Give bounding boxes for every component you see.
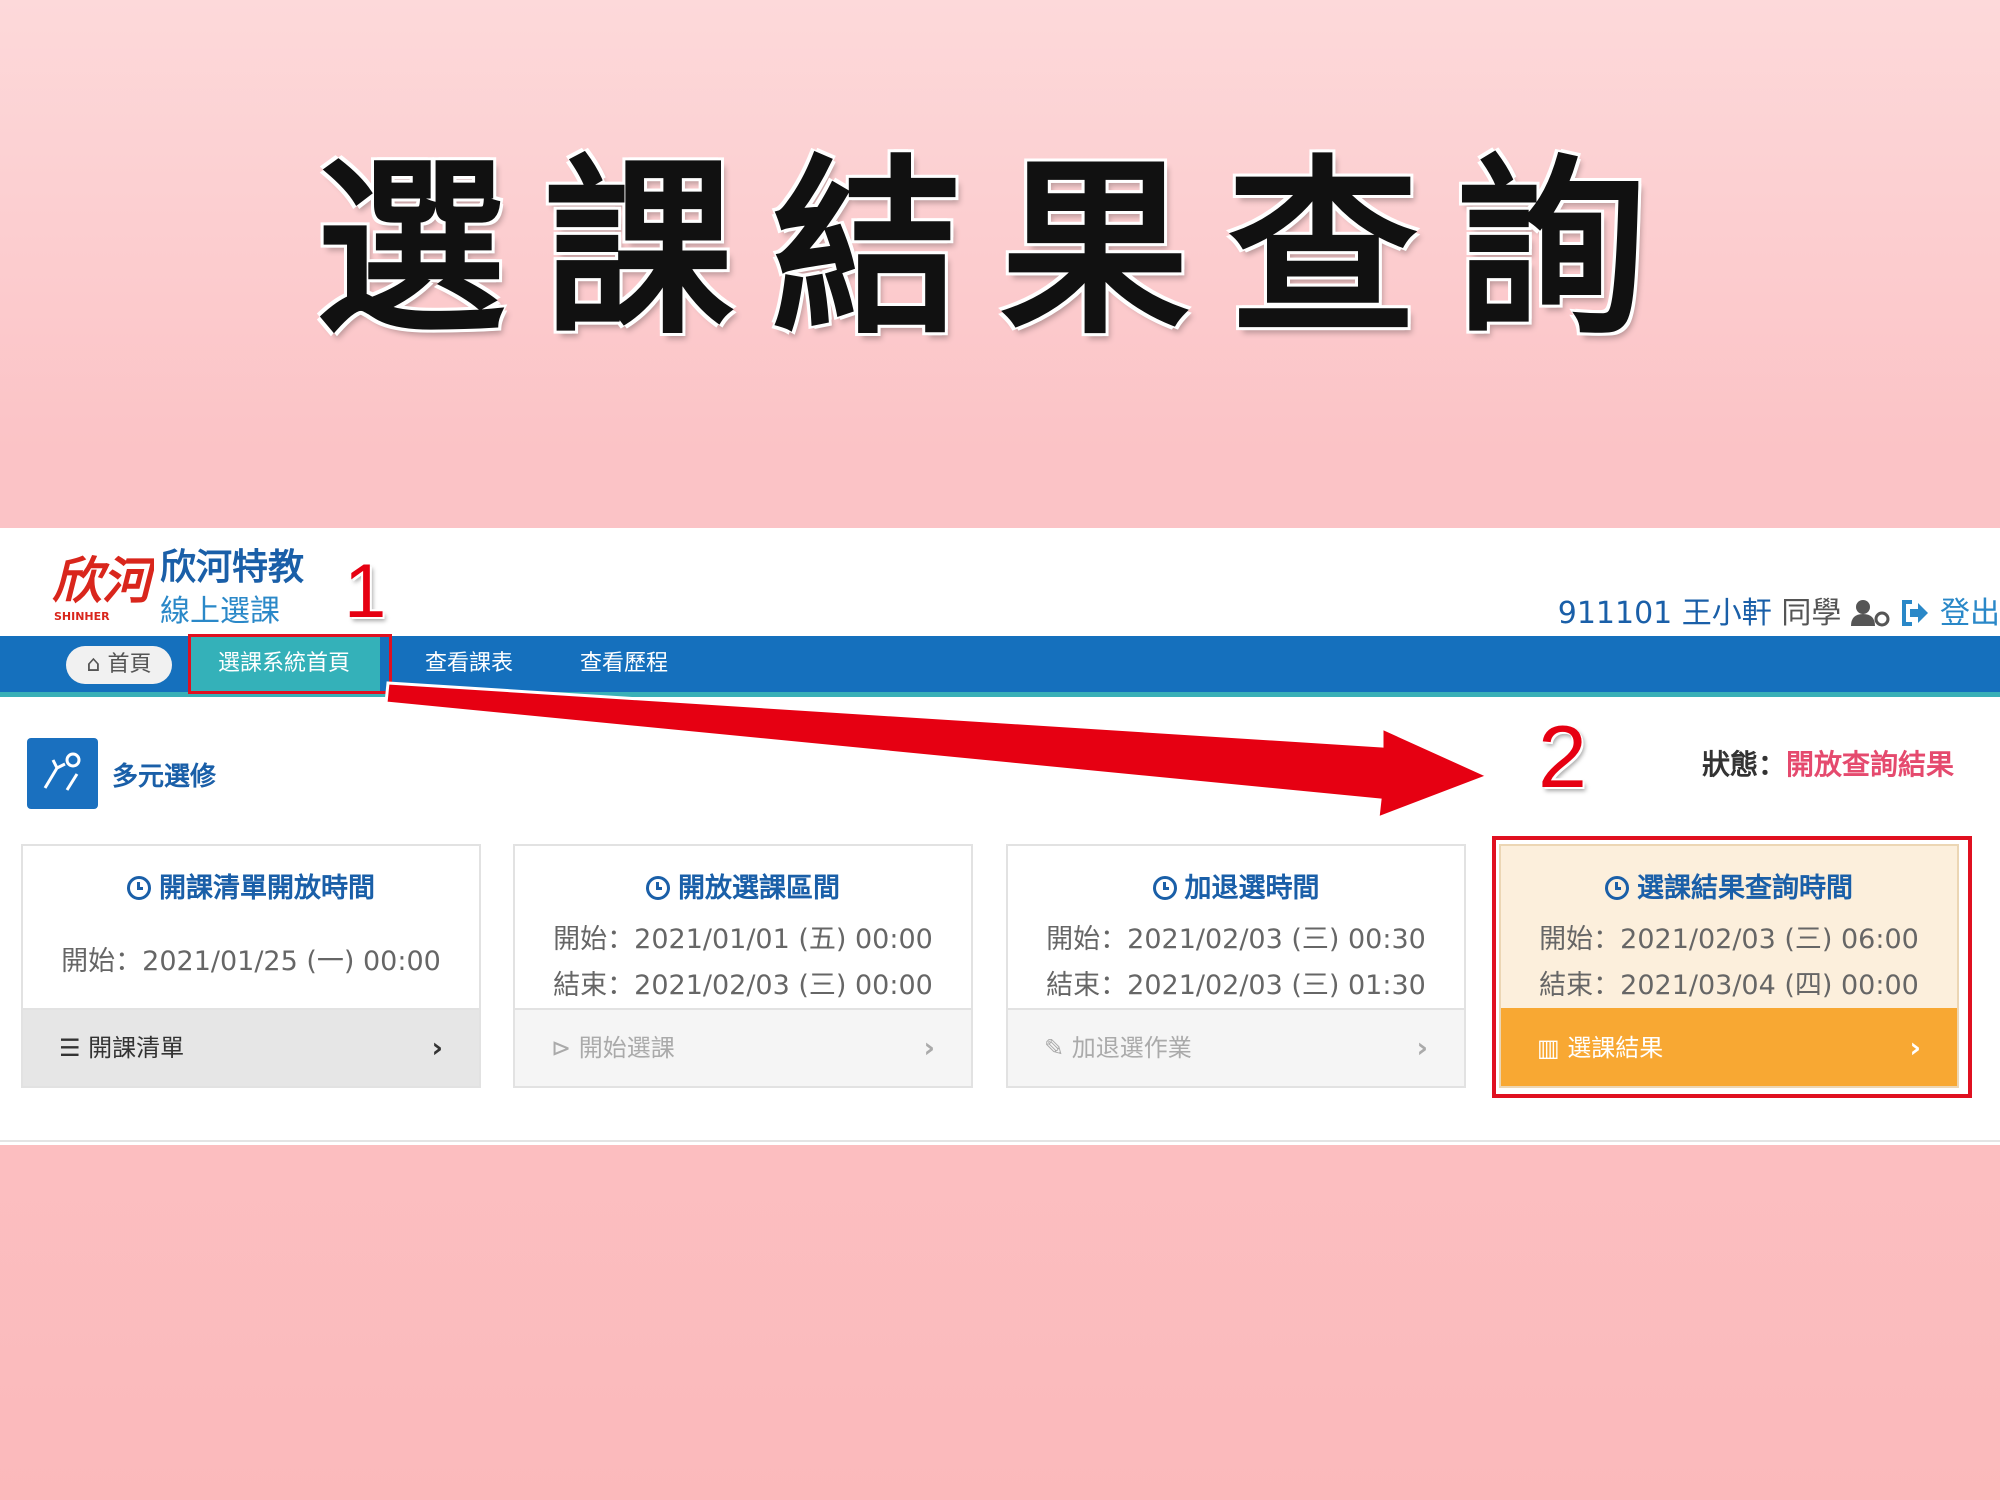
card-dates: 開始：2021/01/01 (五) 00:00 結束：2021/02/03 (三…: [515, 917, 971, 1009]
chevron-right-icon: ›: [431, 1031, 443, 1064]
annotation-box-2: [1492, 836, 1972, 1098]
status-value: 開放查詢結果: [1785, 748, 1954, 781]
elective-section-icon: [27, 738, 98, 809]
footer-label: ☰ 開課清單: [59, 1034, 185, 1062]
course-list-button[interactable]: ☰ 開課清單 ›: [23, 1008, 479, 1086]
section-title: 多元選修: [112, 762, 217, 792]
divider: [0, 1140, 2000, 1142]
add-drop-button[interactable]: ✎ 加退選作業 ›: [1008, 1008, 1464, 1086]
card-start: 開始：2021/01/01 (五) 00:00: [553, 924, 933, 955]
card-dates: 開始：2021/01/25 (一) 00:00: [23, 939, 479, 985]
card-course-list-period: 開課清單開放時間 開始：2021/01/25 (一) 00:00 ☰ 開課清單 …: [21, 844, 481, 1088]
status-label: 狀態：: [1701, 748, 1786, 781]
card-end: 結束：2021/02/03 (三) 00:00: [553, 970, 933, 1001]
card-add-drop-period: 加退選時間 開始：2021/02/03 (三) 00:30 結束：2021/02…: [1006, 844, 1466, 1088]
clock-icon: [1152, 876, 1177, 900]
status-line: 狀態：開放查詢結果: [1702, 743, 1954, 783]
card-title: 加退選時間: [1008, 866, 1464, 905]
card-start: 開始：2021/02/03 (三) 00:30: [1046, 924, 1426, 955]
footer-label: ⊳ 開始選課: [551, 1034, 675, 1062]
play-icon: ⊳: [551, 1034, 579, 1062]
card-title-text: 開放選課區間: [678, 873, 840, 904]
card-title: 開放選課區間: [515, 866, 971, 905]
chevron-right-icon: ›: [923, 1031, 935, 1064]
app-screenshot: 欣河 SHINHER 欣河特教 線上選課 911101 王小軒 同學 登出 ⌂ …: [0, 528, 2000, 1145]
chevron-right-icon: ›: [1416, 1031, 1428, 1064]
clock-icon: [646, 876, 670, 900]
card-title-text: 加退選時間: [1184, 873, 1320, 904]
list-icon: ☰: [59, 1034, 89, 1062]
card-start: 開始：2021/01/25 (一) 00:00: [61, 946, 441, 977]
card-dates: 開始：2021/02/03 (三) 00:30 結束：2021/02/03 (三…: [1008, 917, 1464, 1009]
callout-number-2: 2: [1538, 707, 1587, 806]
tools-icon: [43, 752, 81, 791]
slide-title: 選課結果查詢: [315, 137, 1684, 360]
edit-icon: ✎: [1044, 1034, 1072, 1062]
start-selection-button[interactable]: ⊳ 開始選課 ›: [515, 1008, 971, 1086]
footer-label: ✎ 加退選作業: [1044, 1034, 1192, 1062]
card-end: 結束：2021/02/03 (三) 01:30: [1046, 970, 1426, 1001]
clock-icon: [127, 876, 151, 900]
card-selection-period: 開放選課區間 開始：2021/01/01 (五) 00:00 結束：2021/0…: [513, 844, 973, 1088]
card-title-text: 開課清單開放時間: [159, 873, 375, 904]
card-title: 開課清單開放時間: [23, 866, 479, 905]
